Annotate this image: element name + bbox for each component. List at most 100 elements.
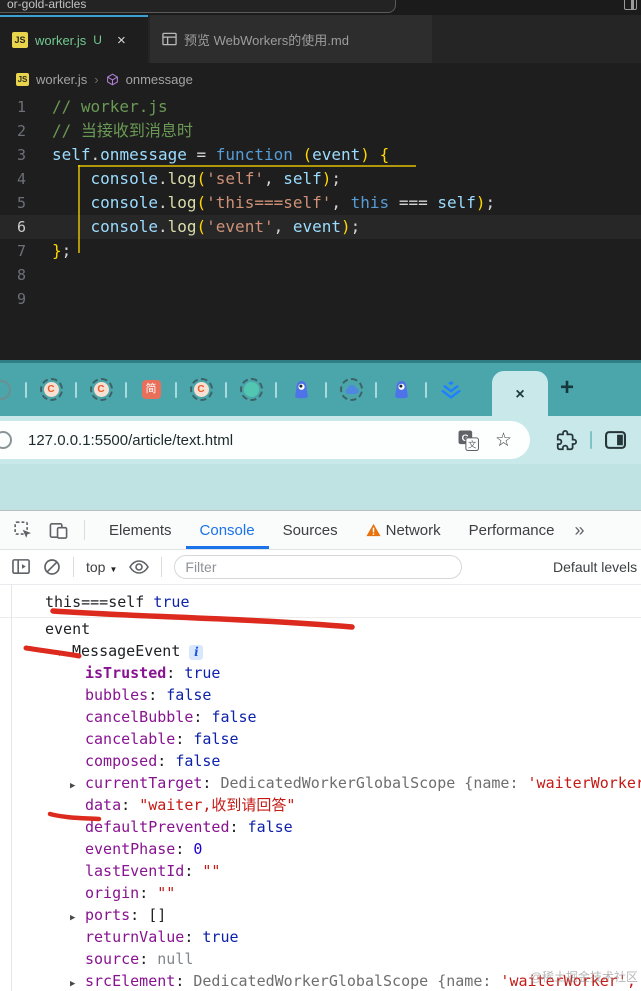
- text-segment: :: [184, 862, 203, 880]
- close-tab-icon[interactable]: ×: [515, 386, 524, 404]
- code-editor[interactable]: 1 // worker.js 2 // 当接收到消息时 3 self.onmessage …: [0, 95, 641, 360]
- console-filter-input[interactable]: [174, 555, 463, 579]
- code-line[interactable]: 8: [0, 263, 641, 287]
- devtools-tab-performance[interactable]: Performance: [455, 511, 569, 549]
- vscode-tab-workerjs[interactable]: JS worker.js U ×: [0, 15, 148, 63]
- new-tab-button[interactable]: +: [560, 374, 574, 402]
- more-tabs-icon[interactable]: »: [575, 520, 585, 541]
- console-row[interactable]: ▶ ports: []: [0, 904, 641, 926]
- pinned-tab[interactable]: [387, 380, 415, 399]
- expand-triangle-icon[interactable]: ▶: [70, 973, 85, 991]
- text-segment: ;: [331, 169, 342, 188]
- console-messages[interactable]: this===self true event ▼ MessageEvent i isTr…: [0, 585, 641, 991]
- text-segment: :: [184, 928, 203, 946]
- pinned-tab[interactable]: [287, 380, 315, 399]
- code-line[interactable]: 1 // worker.js: [0, 95, 641, 119]
- devtools-tab-network[interactable]: Network: [352, 511, 455, 549]
- device-toolbar-icon[interactable]: [49, 521, 68, 540]
- site-info-icon[interactable]: [0, 431, 12, 449]
- text-segment: log: [167, 193, 197, 212]
- console-sidebar-icon[interactable]: [12, 558, 31, 576]
- symbol-cube-icon: [106, 73, 118, 85]
- text-segment: eventPhase: [85, 840, 176, 858]
- text-segment: .: [157, 193, 168, 212]
- expand-triangle-icon[interactable]: ▶: [70, 775, 85, 797]
- pinned-tab[interactable]: C: [87, 378, 115, 401]
- text-segment: :: [193, 708, 212, 726]
- inspect-element-icon[interactable]: [14, 520, 33, 540]
- code-line[interactable]: 4 console.log('self', self);: [0, 167, 641, 191]
- vscode-tab-md-preview[interactable]: 预览 WebWorkers的使用.md: [150, 15, 432, 63]
- text-segment: ): [360, 145, 370, 164]
- text-segment: 'event': [206, 217, 274, 236]
- console-row[interactable]: ▼ MessageEvent i: [0, 640, 641, 662]
- translate-icon[interactable]: G文: [458, 430, 479, 451]
- code-line[interactable]: 5 console.log('this===self', this === se…: [0, 191, 641, 215]
- pinned-tab[interactable]: C: [37, 378, 65, 401]
- url-text[interactable]: 127.0.0.1:5500/article/text.html: [28, 432, 458, 449]
- breadcrumb-file[interactable]: worker.js: [36, 72, 87, 87]
- text-segment: [52, 169, 91, 188]
- pinned-tab[interactable]: [237, 378, 265, 401]
- devtools-tab-sources[interactable]: Sources: [269, 511, 352, 549]
- browser-active-tab[interactable]: ×: [492, 371, 548, 416]
- context-selector[interactable]: top ▼: [86, 559, 117, 575]
- console-row: lastEventId: "": [0, 860, 641, 882]
- text-segment: false: [211, 708, 257, 726]
- vscode-command-center[interactable]: or-gold-articles: [0, 0, 396, 13]
- pinned-tab[interactable]: 简: [137, 380, 165, 399]
- live-expression-eye-icon[interactable]: [129, 560, 150, 574]
- text-segment: true: [184, 664, 221, 682]
- text-segment: [52, 217, 91, 236]
- console-row[interactable]: ▶ currentTarget: DedicatedWorkerGlobalSco…: [0, 772, 641, 794]
- console-message: this===self true: [0, 585, 641, 618]
- text-segment: (: [196, 169, 207, 188]
- text-segment: log: [167, 169, 197, 188]
- close-tab-icon[interactable]: ×: [117, 32, 126, 49]
- pinned-tab[interactable]: [437, 380, 465, 399]
- bookmark-star-icon[interactable]: ☆: [495, 429, 512, 452]
- text-segment: ;: [61, 241, 72, 260]
- pinned-tab[interactable]: [0, 379, 15, 400]
- site-favicon-cut-icon: [0, 379, 11, 400]
- code-text: };: [52, 239, 71, 263]
- toolbar-separator: [84, 520, 85, 540]
- bracket-guide-horizontal: [78, 165, 416, 167]
- devtools-tab-console[interactable]: Console: [185, 511, 269, 549]
- text-segment: console: [90, 193, 158, 212]
- clear-console-icon[interactable]: [43, 558, 61, 576]
- code-line[interactable]: 6 console.log('event', event);: [0, 215, 641, 239]
- breadcrumb-symbol[interactable]: onmessage: [126, 72, 193, 87]
- expand-triangle-icon[interactable]: ▶: [70, 907, 85, 929]
- pinned-tab[interactable]: C: [187, 378, 215, 401]
- text-segment: ===: [389, 193, 438, 212]
- browser-tab-strip: C C 简 C × +: [0, 360, 641, 416]
- chevron-down-icon: ▼: [109, 565, 118, 574]
- devtools-tab-elements[interactable]: Elements: [95, 511, 186, 549]
- extensions-puzzle-icon[interactable]: [556, 429, 577, 451]
- collapse-triangle-icon[interactable]: ▼: [57, 643, 72, 665]
- side-panel-icon[interactable]: [605, 431, 626, 449]
- info-badge-icon[interactable]: i: [189, 645, 204, 660]
- text-segment: true: [153, 593, 190, 611]
- text-segment: console: [90, 217, 158, 236]
- watermark: @稀土掘金技术社区: [529, 970, 638, 984]
- layout-toggle-icon[interactable]: [624, 0, 637, 10]
- code-line[interactable]: 9: [0, 287, 641, 311]
- console-gutter-line: [11, 585, 12, 991]
- code-text: // 当接收到消息时: [52, 119, 193, 143]
- monster-favicon-icon: [294, 381, 308, 399]
- devtools-tab-bar: Elements Console Sources Network Performance…: [0, 510, 641, 550]
- log-levels-dropdown[interactable]: Default levels▼: [553, 559, 641, 575]
- text-segment: event: [45, 620, 91, 638]
- code-line[interactable]: 2 // 当接收到消息时: [0, 119, 641, 143]
- text-segment: function: [215, 145, 293, 164]
- code-line[interactable]: 3 self.onmessage = function (event) {: [0, 143, 641, 167]
- console-row: composed: false: [0, 750, 641, 772]
- code-text: console.log('self', self);: [52, 167, 342, 191]
- text-segment: .: [90, 145, 101, 164]
- pinned-tab[interactable]: [337, 378, 365, 401]
- address-bar[interactable]: 127.0.0.1:5500/article/text.html G文 ☆: [0, 421, 530, 459]
- code-line[interactable]: 7};: [0, 239, 641, 263]
- text-segment: :: [175, 730, 194, 748]
